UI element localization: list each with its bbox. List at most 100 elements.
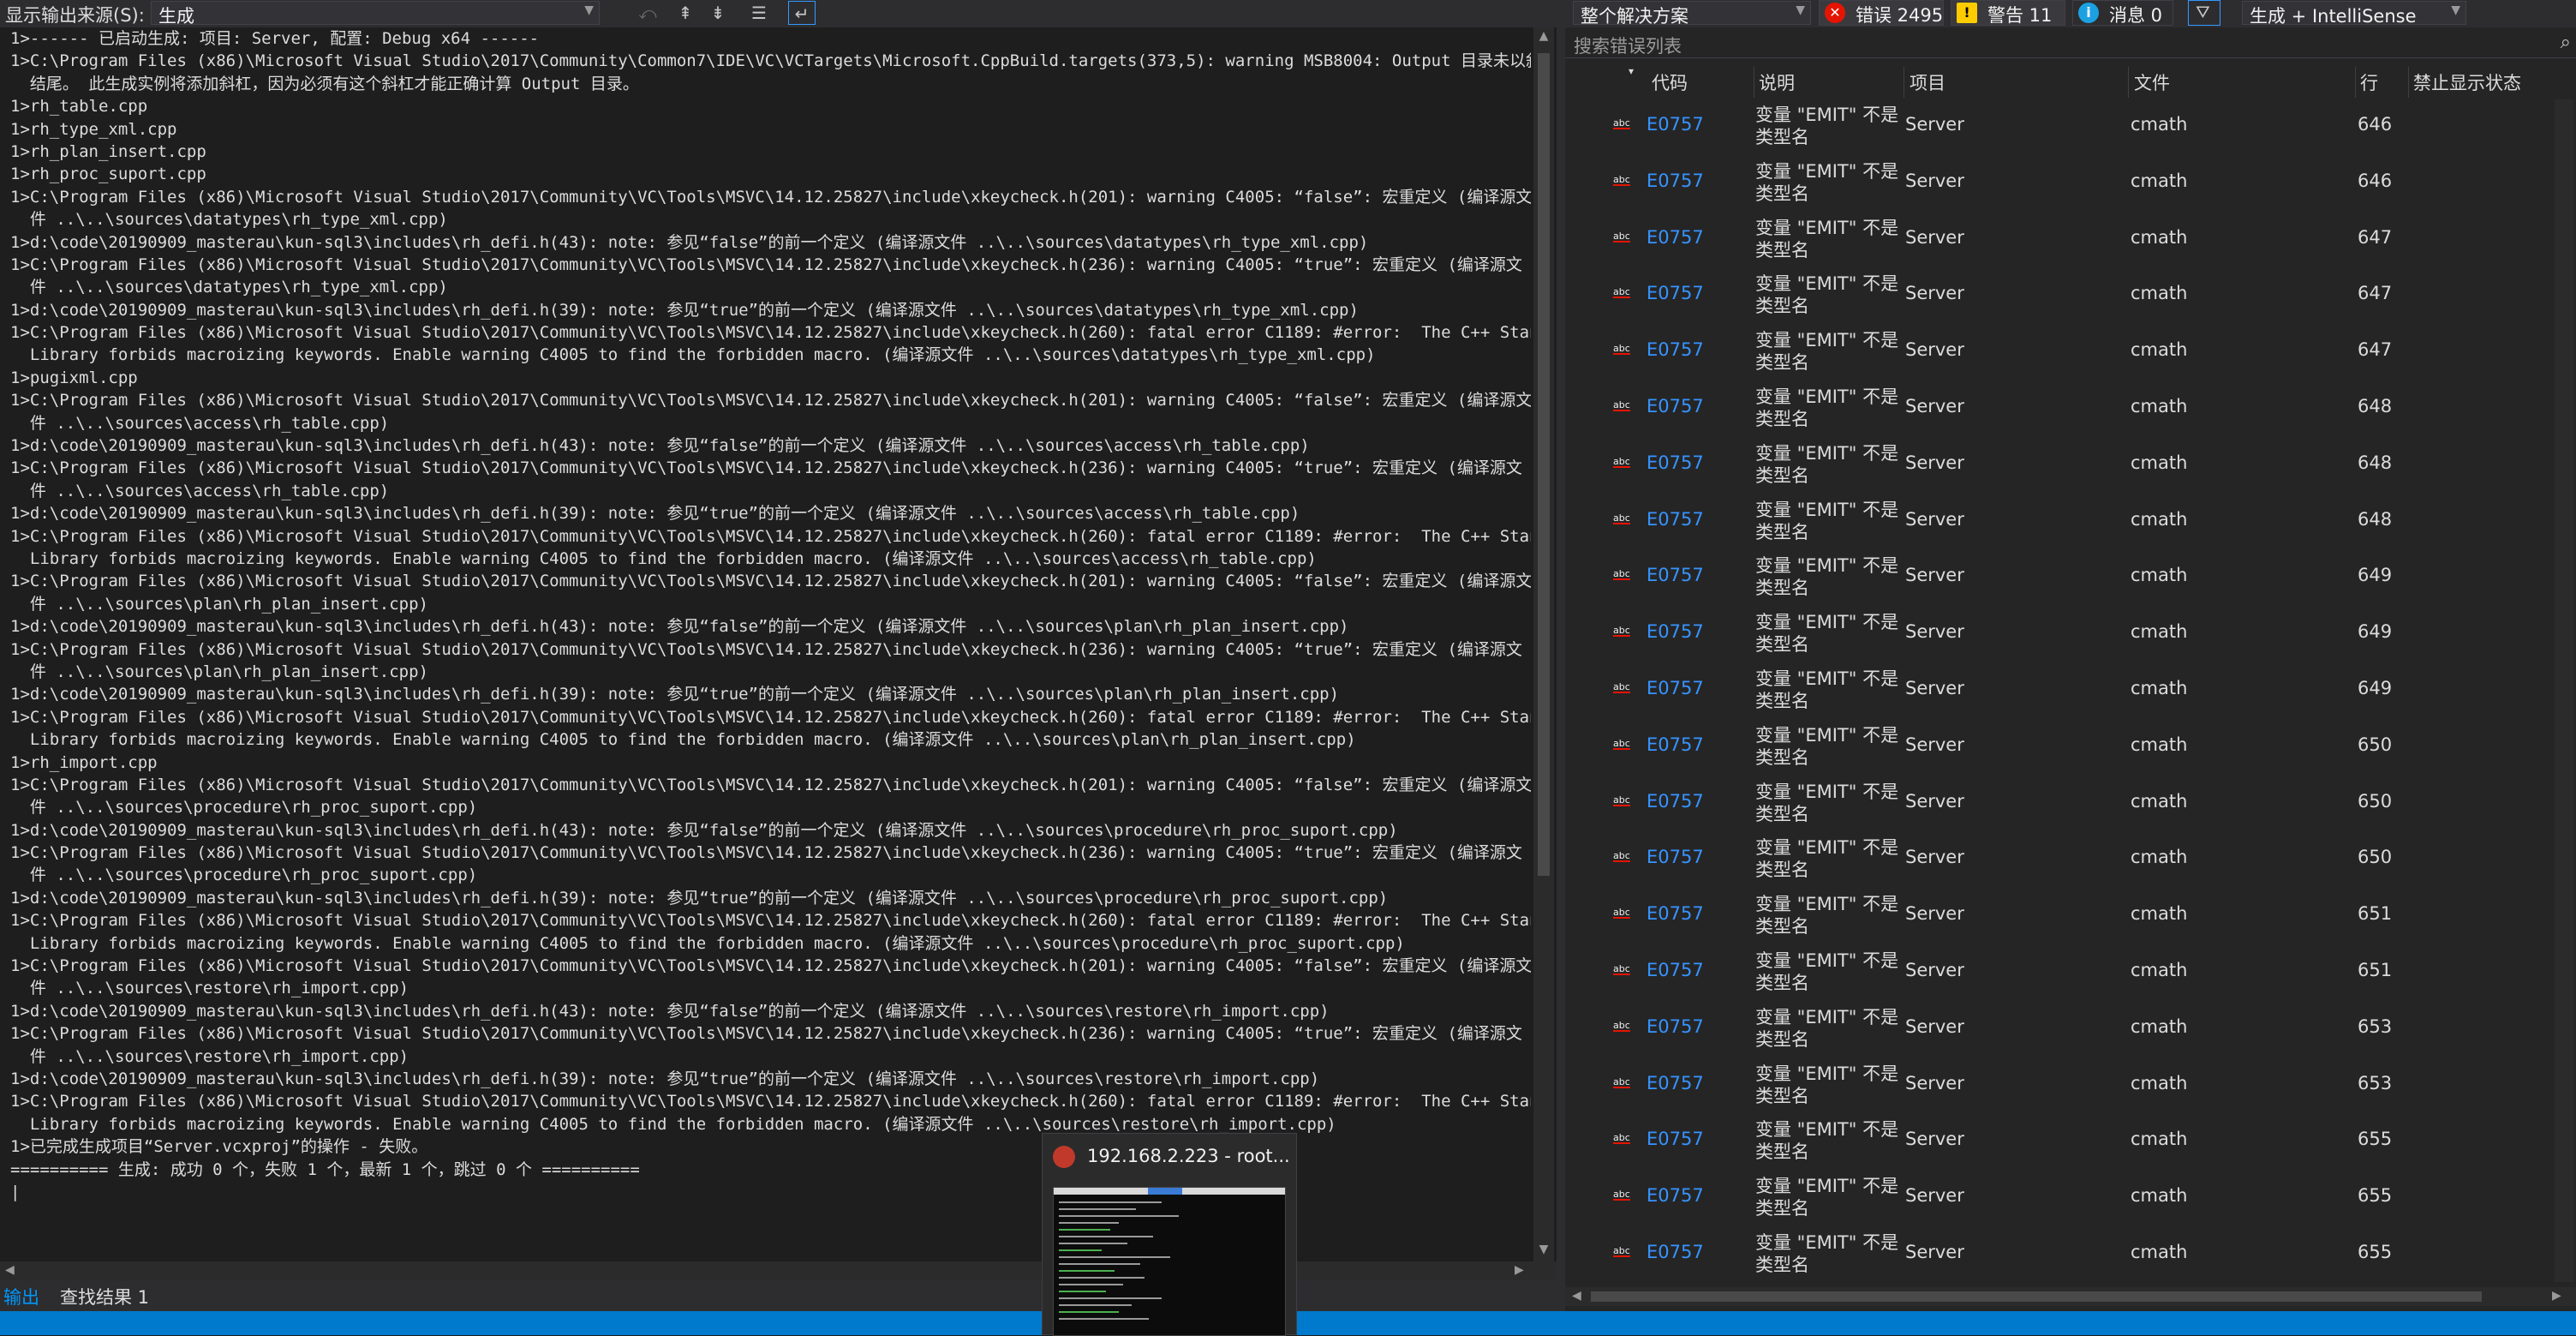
search-icon[interactable]: ⌕	[2561, 32, 2571, 53]
next-message-icon[interactable]: ⇟	[704, 1, 732, 25]
scroll-left-icon[interactable]: ◀	[1572, 1289, 1581, 1303]
error-code-link[interactable]: E0757	[1647, 396, 1704, 416]
word-wrap-toggle-icon[interactable]: ↵	[788, 1, 816, 25]
error-code-link[interactable]: E0757	[1647, 565, 1704, 585]
error-code-link[interactable]: E0757	[1647, 1129, 1704, 1149]
error-row[interactable]: abc E0757 变量 "EMIT" 不是类型名 Server cmath 647	[1565, 325, 2555, 379]
output-line: 1>C:\Program Files (x86)\Microsoft Visua…	[10, 1092, 1531, 1111]
column-header-file[interactable]: 文件	[2134, 69, 2170, 95]
output-vertical-scrollbar[interactable]: ▲ ▼	[1533, 27, 1554, 1261]
build-intellisense-dropdown[interactable]: 生成 + IntelliSense ▼	[2242, 1, 2466, 27]
error-row[interactable]: abc E0757 变量 "EMIT" 不是类型名 Server cmath 650	[1565, 832, 2555, 886]
error-row[interactable]: abc E0757 变量 "EMIT" 不是类型名 Server cmath 651	[1565, 889, 2555, 943]
error-description: 变量 "EMIT" 不是类型名	[1755, 724, 1899, 768]
error-code-link[interactable]: E0757	[1647, 1016, 1704, 1037]
scrollbar-thumb[interactable]	[1591, 1291, 2482, 1302]
error-code-link[interactable]: E0757	[1647, 621, 1704, 642]
error-code-link[interactable]: E0757	[1647, 1242, 1704, 1262]
error-list-horizontal-scrollbar[interactable]: ◀ ▶	[1565, 1287, 2576, 1306]
thumbnail-window-preview[interactable]	[1053, 1187, 1286, 1336]
error-row[interactable]: abc E0757 变量 "EMIT" 不是类型名 Server cmath 646	[1565, 156, 2555, 210]
preview-line	[1059, 1201, 1162, 1203]
preview-line	[1059, 1243, 1127, 1244]
output-line: 1>C:\Program Files (x86)\Microsoft Visua…	[10, 911, 1531, 931]
scroll-left-icon[interactable]: ◀	[5, 1263, 15, 1277]
column-header-description[interactable]: 说明	[1759, 69, 1795, 95]
preview-line	[1059, 1297, 1162, 1299]
error-list-vertical-scrollbar[interactable]	[2555, 99, 2573, 1282]
error-row[interactable]: abc E0757 变量 "EMIT" 不是类型名 Server cmath 655	[1565, 1171, 2555, 1225]
error-code-link[interactable]: E0757	[1647, 903, 1704, 924]
error-code-link[interactable]: E0757	[1647, 1185, 1704, 1206]
error-row[interactable]: abc E0757 变量 "EMIT" 不是类型名 Server cmath 649	[1565, 663, 2555, 717]
errors-filter-button[interactable]: ✕ 错误 2495	[1819, 0, 1944, 26]
scroll-right-icon[interactable]: ▶	[1515, 1263, 1524, 1277]
scroll-up-icon[interactable]: ▲	[1537, 29, 1551, 43]
output-line: 1>d:\code\20190909_masterau\kun-sql3\inc…	[10, 504, 1300, 524]
scroll-right-icon[interactable]: ▶	[2552, 1289, 2561, 1303]
tab-output[interactable]: 输出	[3, 1284, 39, 1309]
error-file: cmath	[2131, 790, 2188, 812]
error-row[interactable]: abc E0757 变量 "EMIT" 不是类型名 Server cmath 653	[1565, 1058, 2555, 1112]
column-header-project[interactable]: 项目	[1910, 69, 1945, 95]
error-code-link[interactable]: E0757	[1647, 734, 1704, 755]
error-code-link[interactable]: E0757	[1647, 227, 1704, 248]
intellisense-error-icon: abc	[1613, 1245, 1630, 1257]
error-code-link[interactable]: E0757	[1647, 678, 1704, 698]
column-divider[interactable]	[2408, 67, 2409, 98]
error-code-link[interactable]: E0757	[1647, 452, 1704, 473]
error-row[interactable]: abc E0757 变量 "EMIT" 不是类型名 Server cmath 647	[1565, 268, 2555, 322]
panel-splitter[interactable]	[1557, 0, 1565, 1311]
error-row[interactable]: abc E0757 变量 "EMIT" 不是类型名 Server cmath 649	[1565, 607, 2555, 661]
taskbar-thumbnail-preview[interactable]: 192.168.2.223 - root...	[1042, 1133, 1297, 1336]
error-file: cmath	[2131, 621, 2188, 643]
error-code-link[interactable]: E0757	[1647, 171, 1704, 191]
error-row[interactable]: abc E0757 变量 "EMIT" 不是类型名 Server cmath 646	[1565, 99, 2555, 153]
error-row[interactable]: abc E0757 变量 "EMIT" 不是类型名 Server cmath 655	[1565, 1114, 2555, 1168]
column-divider[interactable]	[2128, 67, 2129, 98]
output-line: ========== 生成: 成功 0 个，失败 1 个，最新 1 个，跳过 0…	[10, 1159, 640, 1179]
messages-filter-button[interactable]: i 消息 0	[2072, 0, 2173, 26]
column-header-code[interactable]: 代码	[1652, 69, 1688, 95]
clear-all-icon[interactable]: ☰	[745, 1, 773, 25]
prev-message-icon[interactable]: ⇞	[672, 1, 699, 25]
output-line: 1>d:\code\20190909_masterau\kun-sql3\inc…	[10, 300, 1359, 320]
column-header-suppression-state[interactable]: 禁止显示状态	[2413, 69, 2521, 95]
error-code-link[interactable]: E0757	[1647, 283, 1704, 303]
output-horizontal-scrollbar[interactable]: ◀ ▶	[0, 1261, 1557, 1280]
scroll-down-icon[interactable]: ▼	[1537, 1243, 1551, 1256]
filter-toggle-button[interactable]: ⛛	[2188, 0, 2220, 26]
error-row[interactable]: abc E0757 变量 "EMIT" 不是类型名 Server cmath 650	[1565, 720, 2555, 774]
output-source-dropdown[interactable]: 生成 ▼	[151, 1, 600, 27]
output-line: 1>C:\Program Files (x86)\Microsoft Visua…	[10, 956, 1531, 976]
output-line: 1>d:\code\20190909_masterau\kun-sql3\inc…	[10, 888, 1389, 908]
error-row[interactable]: abc E0757 变量 "EMIT" 不是类型名 Server cmath 651	[1565, 945, 2555, 999]
error-code-link[interactable]: E0757	[1647, 1073, 1704, 1093]
error-code-link[interactable]: E0757	[1647, 114, 1704, 135]
warnings-filter-button[interactable]: ! 警告 11	[1951, 0, 2065, 26]
error-search-input[interactable]: 搜索错误列表 ⌕	[1565, 29, 2576, 58]
error-code-link[interactable]: E0757	[1647, 791, 1704, 812]
error-row[interactable]: abc E0757 变量 "EMIT" 不是类型名 Server cmath 655	[1565, 1227, 2555, 1281]
goto-location-icon[interactable]: ⤺	[634, 1, 661, 25]
error-row[interactable]: abc E0757 变量 "EMIT" 不是类型名 Server cmath 648	[1565, 494, 2555, 548]
column-header-line[interactable]: 行	[2360, 69, 2378, 95]
error-file: cmath	[2131, 1129, 2188, 1150]
error-row[interactable]: abc E0757 变量 "EMIT" 不是类型名 Server cmath 653	[1565, 1002, 2555, 1056]
output-text-area[interactable]: 1>------ 已启动生成: 项目: Server, 配置: Debug x6…	[10, 27, 1531, 1261]
output-line: Library forbids macroizing keywords. Ena…	[10, 548, 1317, 568]
error-row[interactable]: abc E0757 变量 "EMIT" 不是类型名 Server cmath 649	[1565, 550, 2555, 604]
column-divider[interactable]	[2355, 67, 2356, 98]
error-row[interactable]: abc E0757 变量 "EMIT" 不是类型名 Server cmath 650	[1565, 776, 2555, 830]
error-code-link[interactable]: E0757	[1647, 847, 1704, 867]
error-row[interactable]: abc E0757 变量 "EMIT" 不是类型名 Server cmath 648	[1565, 381, 2555, 435]
scrollbar-thumb[interactable]	[1538, 53, 1550, 876]
error-code-link[interactable]: E0757	[1647, 509, 1704, 530]
error-code-link[interactable]: E0757	[1647, 960, 1704, 980]
error-row[interactable]: abc E0757 变量 "EMIT" 不是类型名 Server cmath 648	[1565, 438, 2555, 492]
scope-dropdown[interactable]: 整个解决方案 ▼	[1573, 1, 1811, 27]
warning-icon: !	[1957, 3, 1977, 23]
error-row[interactable]: abc E0757 变量 "EMIT" 不是类型名 Server cmath 647	[1565, 213, 2555, 267]
tab-find-results[interactable]: 查找结果 1	[60, 1284, 149, 1309]
error-code-link[interactable]: E0757	[1647, 339, 1704, 360]
